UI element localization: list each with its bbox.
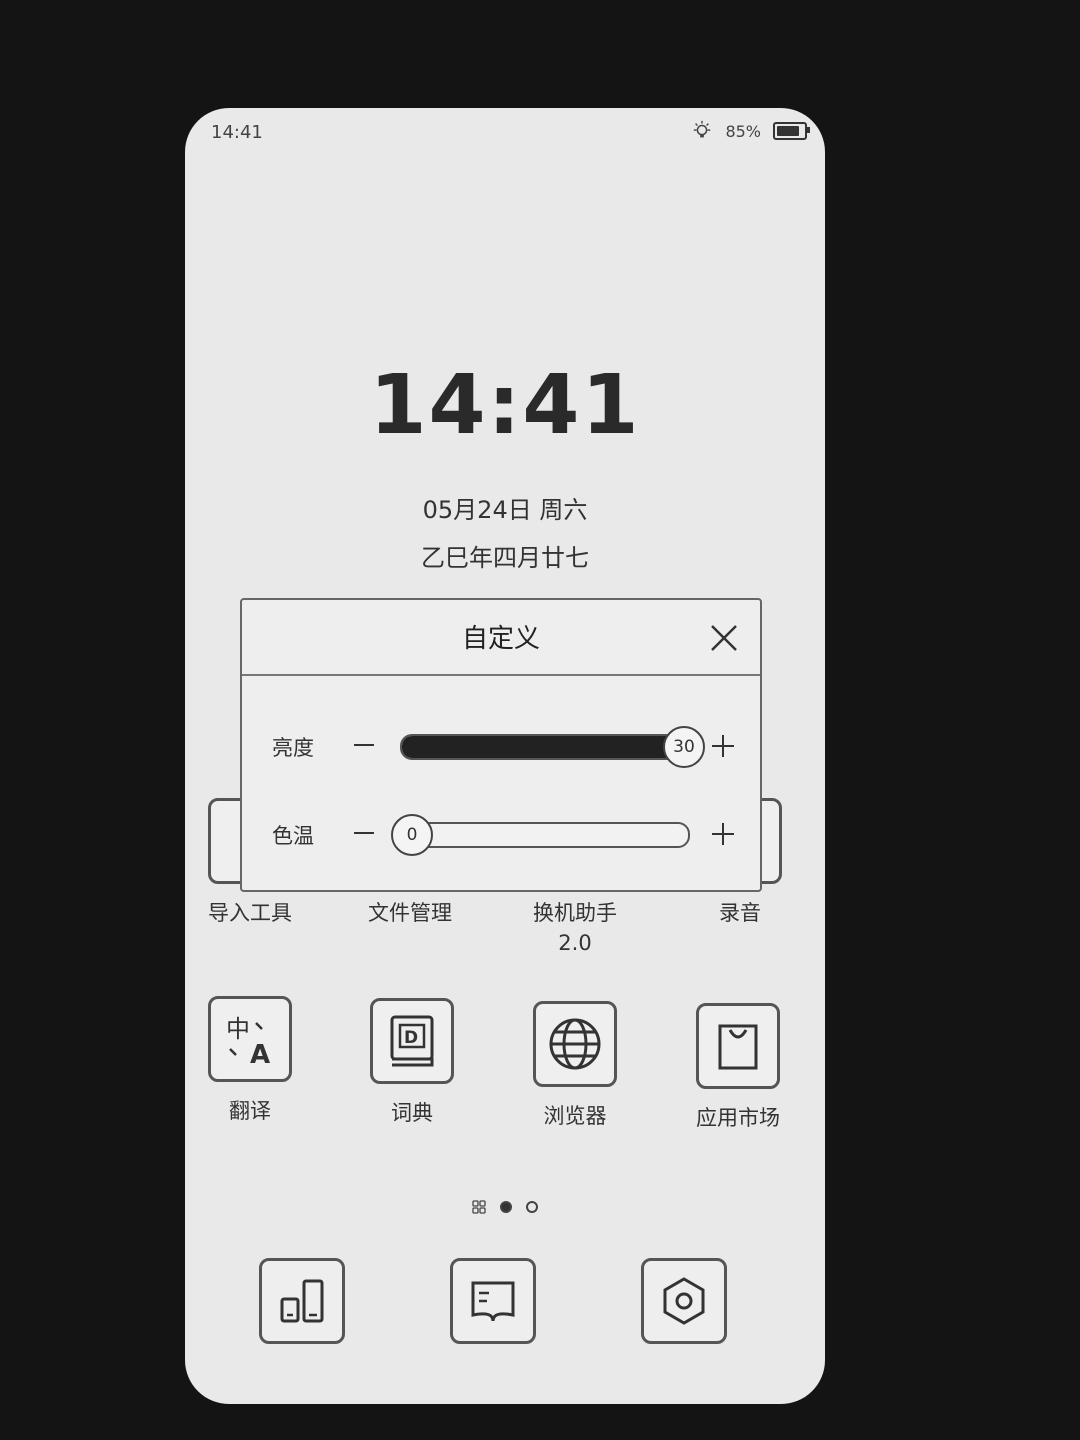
close-icon[interactable] <box>708 622 740 654</box>
app-translate[interactable]: 中 A 翻译 <box>185 996 315 1126</box>
page-dot[interactable] <box>500 1201 512 1213</box>
brightness-label: 亮度 <box>272 736 314 760</box>
customize-dialog: 自定义 亮度 30 色温 0 <box>240 598 762 892</box>
dictionary-icon: D <box>370 998 454 1084</box>
bulb-icon <box>694 120 711 138</box>
device-screen: 14:41 85% 14:41 05月24日 周六 乙巳年四月廿七 导入工具 文… <box>185 108 825 1404</box>
translate-icon: 中 A <box>208 996 292 1082</box>
dock-settings[interactable] <box>641 1258 727 1344</box>
color-temp-minus-button[interactable] <box>354 832 374 834</box>
app-label: 词典 <box>391 1101 433 1125</box>
dock-devices[interactable] <box>259 1258 345 1344</box>
lockscreen-date: 05月24日 周六 <box>422 496 588 524</box>
status-right: 85% <box>691 120 810 142</box>
app-label: 导入工具 <box>208 901 292 925</box>
settings-hex-icon <box>663 1277 705 1325</box>
dialog-header: 自定义 <box>242 600 760 676</box>
battery-fill <box>777 126 800 136</box>
app-label: 换机助手 2.0 <box>533 901 617 955</box>
color-temp-thumb[interactable]: 0 <box>391 814 433 856</box>
app-store[interactable]: 应用市场 <box>673 1003 803 1133</box>
color-temp-plus-button[interactable] <box>712 823 734 845</box>
book-icon <box>471 1281 515 1322</box>
dialog-title: 自定义 <box>461 624 540 654</box>
battery-icon <box>773 122 810 140</box>
app-browser[interactable]: 浏览器 <box>510 1001 640 1131</box>
app-label: 应用市场 <box>696 1106 780 1130</box>
svg-text:D: D <box>404 1028 418 1048</box>
app-dictionary[interactable]: D 词典 <box>347 998 477 1128</box>
lockscreen-clock: 14:41 <box>369 358 641 453</box>
lockscreen-lunar-date: 乙巳年四月廿七 <box>421 544 589 572</box>
app-label: 录音 <box>719 901 761 925</box>
color-temp-slider[interactable]: 0 <box>391 814 690 856</box>
app-label: 文件管理 <box>368 901 452 925</box>
brightness-plus-button[interactable] <box>712 735 734 757</box>
shopping-bag-icon <box>696 1003 780 1089</box>
svg-text:中: 中 <box>226 1015 250 1043</box>
page-indicator <box>185 1200 825 1214</box>
brightness-fill <box>402 736 684 758</box>
globe-icon <box>533 1001 617 1087</box>
battery-percent: 85% <box>725 121 761 141</box>
brightness-row: 亮度 30 <box>242 722 760 772</box>
color-temp-label: 色温 <box>272 824 314 848</box>
brightness-thumb[interactable]: 30 <box>663 726 705 768</box>
app-label: 浏览器 <box>543 1104 607 1128</box>
svg-text:A: A <box>250 1040 270 1069</box>
app-grid-icon[interactable] <box>472 1200 486 1214</box>
brightness-minus-button[interactable] <box>354 744 374 746</box>
page-dot[interactable] <box>526 1201 538 1213</box>
app-label: 翻译 <box>229 1099 271 1123</box>
dock-library[interactable] <box>450 1258 536 1344</box>
devices-icon <box>280 1279 324 1323</box>
status-time: 14:41 <box>211 122 263 143</box>
brightness-slider[interactable]: 30 <box>400 726 705 768</box>
color-temp-row: 色温 0 <box>242 810 760 860</box>
